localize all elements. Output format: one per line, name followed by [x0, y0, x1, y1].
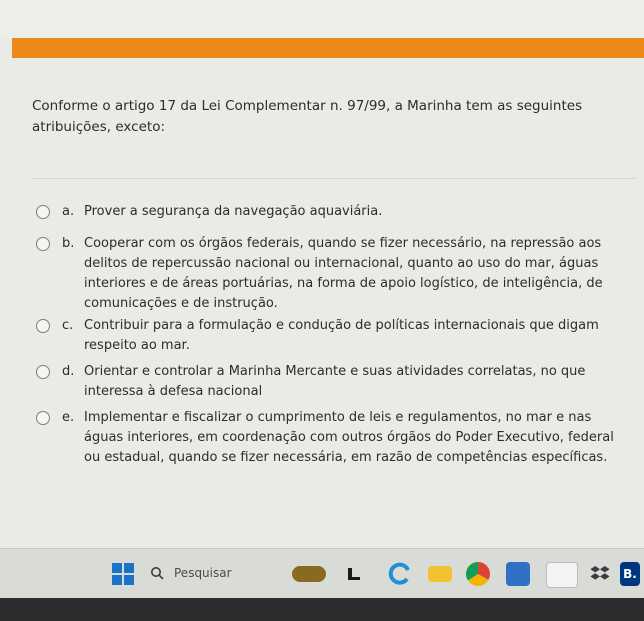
option-b[interactable]: b. Cooperar com os órgãos federais, quan…: [36, 234, 634, 314]
widget-icon[interactable]: [292, 566, 326, 582]
option-a[interactable]: a. Prover a segurança da navegação aquav…: [36, 202, 382, 222]
option-text: Contribuir para a formulação e condução …: [84, 318, 599, 353]
option-letter: b.: [62, 236, 75, 251]
option-d[interactable]: d. Orientar e controlar a Marinha Mercan…: [36, 362, 634, 402]
file-explorer-icon[interactable]: [345, 562, 369, 586]
radio-button[interactable]: [36, 365, 50, 379]
amazon-icon[interactable]: [546, 562, 578, 588]
booking-icon[interactable]: B.: [620, 562, 640, 586]
chrome-icon[interactable]: [466, 562, 490, 586]
divider: [32, 178, 636, 179]
option-text: Orientar e controlar a Marinha Mercante …: [84, 364, 586, 399]
option-letter: c.: [62, 318, 74, 333]
search-icon: [151, 567, 164, 580]
radio-button[interactable]: [36, 237, 50, 251]
question-text: Conforme o artigo 17 da Lei Complementar…: [32, 98, 583, 135]
booking-letter: B.: [623, 567, 637, 581]
taskbar: Pesquisar B.: [0, 548, 644, 599]
start-icon[interactable]: [112, 563, 134, 585]
option-text: Prover a segurança da navegação aquaviár…: [84, 204, 383, 219]
edge-icon[interactable]: [388, 562, 412, 586]
option-e[interactable]: e. Implementar e fiscalizar o cumpriment…: [36, 408, 634, 468]
option-letter: a.: [62, 204, 75, 219]
screen-bezel: [0, 598, 644, 621]
store-icon[interactable]: [506, 562, 530, 586]
option-c[interactable]: c. Contribuir para a formulação e conduç…: [36, 316, 634, 356]
folder-icon[interactable]: [428, 566, 452, 582]
dropbox-icon[interactable]: [588, 562, 612, 586]
option-letter: e.: [62, 410, 75, 425]
radio-button[interactable]: [36, 205, 50, 219]
top-bar: [0, 0, 644, 38]
radio-button[interactable]: [36, 411, 50, 425]
radio-button[interactable]: [36, 319, 50, 333]
option-letter: d.: [62, 364, 75, 379]
search-label: Pesquisar: [174, 566, 232, 580]
option-text: Implementar e fiscalizar o cumprimento d…: [84, 410, 614, 465]
accent-bar: [12, 38, 644, 58]
taskbar-search[interactable]: Pesquisar: [150, 559, 270, 587]
option-text: Cooperar com os órgãos federais, quando …: [84, 236, 603, 311]
